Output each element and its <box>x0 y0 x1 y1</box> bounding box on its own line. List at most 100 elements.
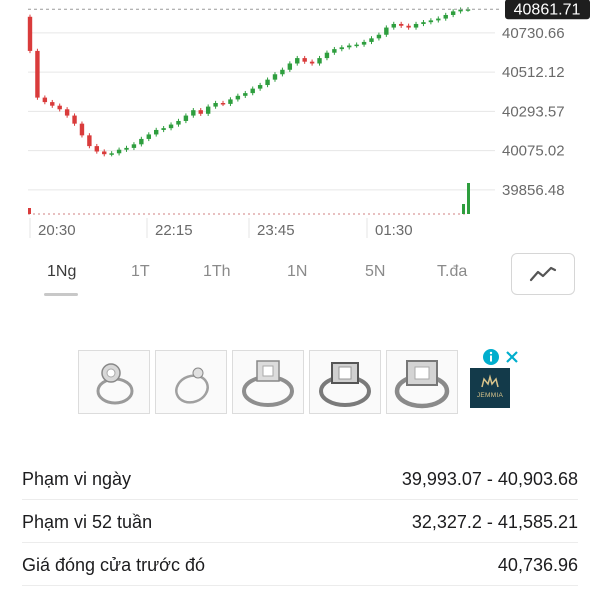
candle-body <box>287 63 293 70</box>
candle-body <box>116 149 122 154</box>
divider <box>22 499 578 500</box>
y-tick-label: 40730.66 <box>502 25 565 42</box>
candle-body <box>406 25 411 28</box>
candle-body <box>421 22 426 24</box>
ring-icon <box>394 360 450 409</box>
y-tick-label: 40293.57 <box>502 103 565 120</box>
candle-body <box>139 138 144 145</box>
y-tick-label: 39856.48 <box>502 182 565 199</box>
close-icon <box>506 351 518 363</box>
candle-body <box>191 110 196 116</box>
ring-icon <box>175 367 209 404</box>
candle-body <box>398 23 404 26</box>
candle-body <box>443 14 448 19</box>
candle-body <box>257 85 263 89</box>
candle-body <box>176 120 181 125</box>
divider <box>22 542 578 543</box>
tab-1t[interactable]: 1T <box>131 263 150 281</box>
candle-body <box>161 128 166 130</box>
candle-body <box>213 103 218 107</box>
candle-body <box>458 9 463 12</box>
tab-max[interactable]: T.đa <box>437 263 467 281</box>
volume-bars <box>28 183 470 214</box>
stat-row-previous-close: Giá đóng cửa trước đó 40,736.96 <box>22 544 578 586</box>
candle-body <box>376 34 382 39</box>
ring-icon <box>319 362 371 407</box>
candle-body <box>94 146 100 152</box>
volume-bar <box>462 204 465 214</box>
volume-bar <box>467 183 470 214</box>
ad-thumbnail-ring-1[interactable] <box>78 350 150 414</box>
ring-icon <box>242 360 294 407</box>
y-axis-ticks: 40730.66 40512.12 40293.57 40075.02 39856.48 <box>502 25 565 199</box>
ad-thumbnail-ring-2[interactable] <box>155 350 227 414</box>
chart-grid <box>28 32 495 238</box>
candle-body <box>361 41 367 45</box>
time-range-tabs: 1Ng 1T 1Th 1N 5N T.đa <box>0 255 600 305</box>
info-icon <box>483 349 499 365</box>
candle-body <box>57 105 62 110</box>
candle-body <box>228 99 233 104</box>
candle-body <box>272 74 278 80</box>
candle-body <box>220 103 226 105</box>
tab-1ng[interactable]: 1Ng <box>47 263 76 281</box>
candle-body <box>154 129 159 135</box>
x-tick-label: 20:30 <box>38 222 76 239</box>
tab-1th[interactable]: 1Th <box>203 263 231 281</box>
tab-1n[interactable]: 1N <box>287 263 307 281</box>
candle-body <box>243 93 248 96</box>
ad-thumbnail-ring-5[interactable] <box>386 350 458 414</box>
x-tick-label: 23:45 <box>257 222 295 239</box>
price-chart[interactable]: 40861.71 40730.66 40512.12 40293.57 40075.0… <box>0 0 600 245</box>
candle-body <box>131 144 137 148</box>
stat-label: Giá đóng cửa trước đó <box>22 555 205 575</box>
candle-body <box>354 44 359 47</box>
candle-body <box>146 134 151 139</box>
stat-value: 32,327.2 - 41,585.21 <box>411 512 578 532</box>
ad-thumbnail-ring-4[interactable] <box>309 350 381 414</box>
chart-type-toggle-button[interactable] <box>511 253 575 295</box>
candle-body <box>102 151 107 155</box>
ad-thumbnail-ring-3[interactable] <box>232 350 304 414</box>
stat-row-52-week-range: Phạm vi 52 tuần 32,327.2 - 41,585.21 <box>22 501 578 543</box>
ad-banner[interactable]: JEMMIA <box>78 348 528 416</box>
tab-5n[interactable]: 5N <box>365 263 385 281</box>
candle-body <box>450 11 456 15</box>
candle-body <box>42 97 48 103</box>
candle-body <box>198 110 203 114</box>
ad-brand-name: JEMMIA <box>476 392 504 399</box>
ad-close-button[interactable] <box>504 348 520 371</box>
candle-body <box>332 49 337 53</box>
y-tick-label: 40075.02 <box>502 143 565 160</box>
candle-body <box>50 102 55 106</box>
y-tick-label: 40512.12 <box>502 64 565 81</box>
candle-body <box>295 58 300 64</box>
candle-body <box>384 27 389 35</box>
active-tab-indicator <box>44 293 78 296</box>
stat-label: Phạm vi 52 tuần <box>22 512 153 532</box>
candle-body <box>436 18 441 21</box>
candle-body <box>317 58 322 64</box>
x-axis-ticks: 20:30 22:15 23:45 01:30 <box>38 222 413 239</box>
stat-value: 39,993.07 - 40,903.68 <box>401 469 578 489</box>
candle-body <box>302 58 307 62</box>
candle-body <box>27 16 33 51</box>
candle-body <box>324 52 330 59</box>
ad-brand-logo[interactable]: JEMMIA <box>470 368 510 408</box>
current-price-label: 40861.71 <box>514 1 581 18</box>
candle-body <box>339 47 344 50</box>
ad-info-button[interactable] <box>482 348 500 371</box>
candle-body <box>109 153 114 155</box>
candle-body <box>168 124 174 129</box>
candle-body <box>183 115 189 121</box>
candle-body <box>280 69 285 75</box>
candle-body <box>391 23 396 28</box>
candle-body <box>413 23 419 28</box>
candlestick-series <box>27 7 471 157</box>
x-tick-label: 22:15 <box>155 222 193 239</box>
ring-icon <box>96 363 134 405</box>
candle-body <box>347 45 352 48</box>
volume-bar <box>28 208 31 214</box>
crown-icon <box>481 374 499 388</box>
candle-body <box>205 106 211 114</box>
